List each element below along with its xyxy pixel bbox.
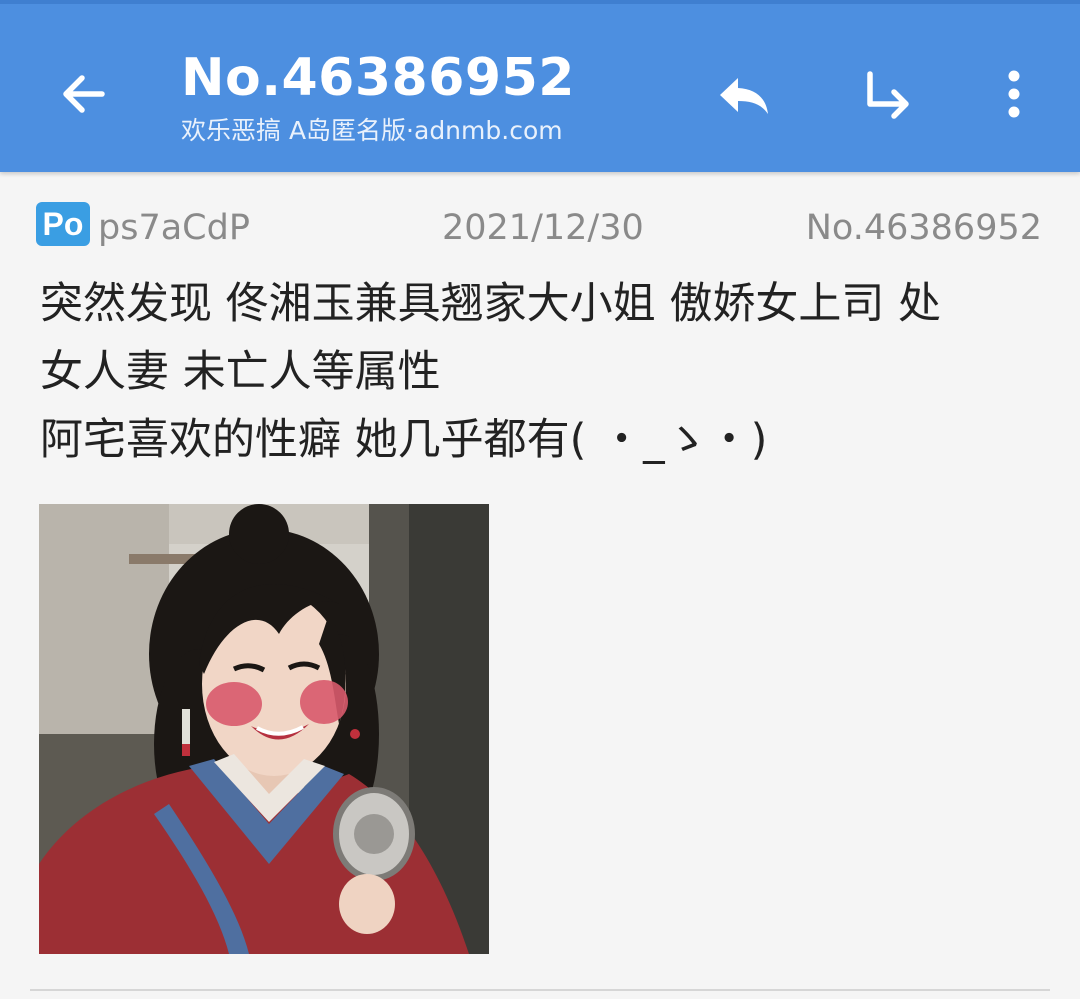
share-button[interactable] xyxy=(846,54,926,134)
back-button[interactable] xyxy=(44,54,124,134)
post-date: 2021/12/30 xyxy=(442,208,644,248)
po-badge: Po xyxy=(36,202,90,246)
page-subtitle: 欢乐恶搞 A岛匿名版·adnmb.com xyxy=(181,116,563,145)
reply-button[interactable] xyxy=(704,54,784,134)
more-options-button[interactable] xyxy=(974,54,1054,134)
app-bar: No.46386952 欢乐恶搞 A岛匿名版·adnmb.com xyxy=(0,0,1080,172)
divider xyxy=(30,989,1050,991)
post-uid[interactable]: ps7aCdP xyxy=(98,204,250,252)
more-vert-icon xyxy=(1008,70,1020,118)
post-image-picture xyxy=(39,504,489,954)
post-image[interactable] xyxy=(39,504,489,954)
post-number[interactable]: No.46386952 xyxy=(806,204,1042,252)
post-content: 突然发现 佟湘玉兼具翘家大小姐 傲娇女上司 处 女人妻 未亡人等属性 阿宅喜欢的… xyxy=(40,270,1050,474)
arrow-left-icon xyxy=(63,75,105,113)
post-content-line: 女人妻 未亡人等属性 xyxy=(40,347,441,397)
post-content-line: 阿宅喜欢的性癖 她几乎都有( ・_ゝ・) xyxy=(40,415,768,465)
share-forward-icon xyxy=(867,71,909,119)
reply-icon xyxy=(720,78,768,114)
post-content-line: 突然发现 佟湘玉兼具翘家大小姐 傲娇女上司 处 xyxy=(40,279,942,329)
page-title: No.46386952 xyxy=(181,48,575,108)
post-meta: Po ps7aCdP 2021/12/30 No.46386952 xyxy=(0,202,1080,256)
